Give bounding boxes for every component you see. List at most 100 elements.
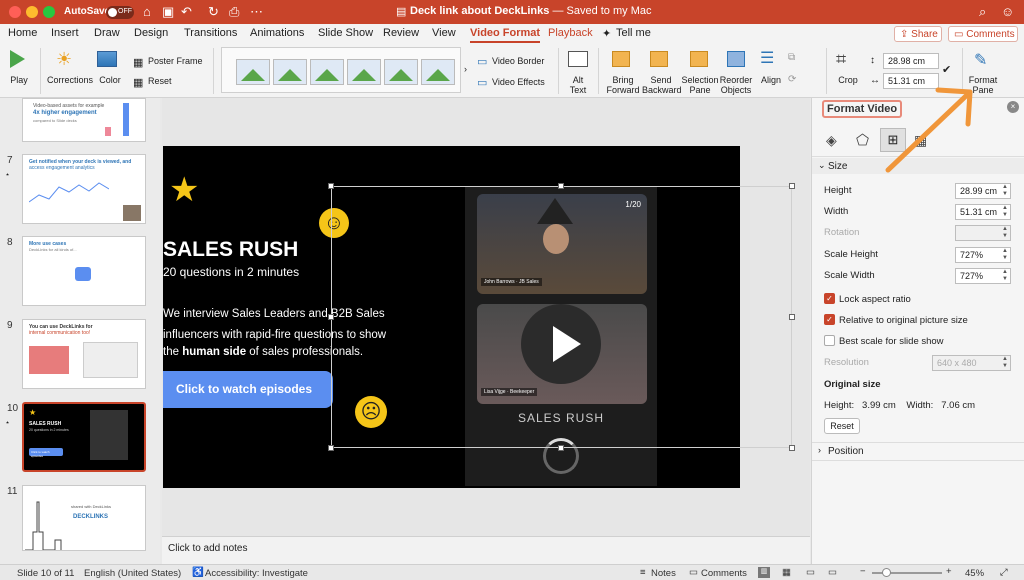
spinner-icon[interactable]: ▲ ▼	[1002, 269, 1008, 283]
play-icon[interactable]	[10, 50, 25, 68]
video-style-thumbnail[interactable]	[347, 59, 381, 85]
position-section-header[interactable]: › Position	[812, 443, 1024, 459]
align-button[interactable]: Align	[757, 75, 785, 85]
maximize-window-button[interactable]	[43, 6, 55, 18]
video-style-thumbnail[interactable]	[236, 59, 270, 85]
reading-view-icon[interactable]: ▭	[806, 567, 815, 578]
share-button[interactable]: ⇪ Share	[894, 26, 942, 42]
alt-text-button[interactable]: Alt Text	[563, 75, 593, 95]
video-border-button[interactable]: Video Border	[492, 56, 544, 66]
slide-title[interactable]: SALES RUSH	[163, 238, 298, 262]
scale-width-input[interactable]: 727% ▲ ▼	[955, 268, 1011, 284]
resize-handle[interactable]	[789, 445, 795, 451]
best-scale-checkbox[interactable]	[824, 335, 835, 346]
zoom-level[interactable]: 45%	[965, 568, 984, 579]
video-style-thumbnail[interactable]	[384, 59, 418, 85]
spinner-icon[interactable]: ▲ ▼	[1002, 248, 1008, 262]
fit-slide-icon[interactable]: ⤢	[1000, 567, 1008, 578]
normal-view-icon[interactable]: ▥	[758, 567, 770, 578]
send-backward-icon[interactable]	[650, 51, 668, 67]
fill-line-icon[interactable]: ◈	[826, 132, 837, 149]
color-button[interactable]: Color	[95, 75, 125, 85]
tab-view[interactable]: View	[432, 27, 456, 39]
slide-subtitle[interactable]: 20 questions in 2 minutes	[163, 265, 299, 279]
resize-handle[interactable]	[789, 183, 795, 189]
tab-design[interactable]: Design	[134, 27, 168, 39]
send-backward-button[interactable]: Send Backward	[642, 75, 682, 95]
slide-thumbnail-7[interactable]: Get notified when your deck is viewed, a…	[22, 154, 146, 224]
slide-thumbnail-9[interactable]: You can use DeckLinks for internal commu…	[22, 319, 146, 389]
slideshow-view-icon[interactable]: ▭	[828, 567, 837, 578]
color-icon[interactable]	[97, 51, 117, 67]
undo-icon[interactable]: ↶	[181, 4, 192, 20]
scale-height-input[interactable]: 727% ▲ ▼	[955, 247, 1011, 263]
tab-slide-show[interactable]: Slide Show	[318, 27, 373, 39]
slide-thumbnail-6[interactable]: Video-based assets for example 4x higher…	[22, 98, 146, 142]
close-pane-icon[interactable]: ×	[1007, 101, 1019, 113]
spinner-icon[interactable]: ▲ ▼	[1002, 226, 1008, 240]
accessibility-status[interactable]: Accessibility: Investigate	[205, 568, 308, 579]
tab-video-format[interactable]: Video Format	[470, 27, 541, 43]
spinner-icon[interactable]: ▲ ▼	[1002, 184, 1008, 198]
resize-handle[interactable]	[328, 314, 334, 320]
relative-size-checkbox[interactable]: ✓	[824, 314, 835, 325]
format-pane-icon[interactable]: ✎	[974, 50, 987, 70]
rotate-icon[interactable]: ⟳	[788, 74, 796, 85]
video-style-thumbnail[interactable]	[310, 59, 344, 85]
pane-reset-button[interactable]: Reset	[824, 418, 860, 434]
tab-draw[interactable]: Draw	[94, 27, 120, 39]
tell-me-search[interactable]: Tell me	[616, 27, 651, 39]
comments-toggle[interactable]: Comments	[701, 568, 747, 579]
tab-playback[interactable]: Playback	[548, 27, 593, 39]
height-input[interactable]: 28.99 cm ▲ ▼	[955, 183, 1011, 199]
notes-area[interactable]: Click to add notes	[162, 536, 810, 564]
resize-handle[interactable]	[328, 183, 334, 189]
selection-pane-icon[interactable]	[690, 51, 708, 67]
corrections-button[interactable]: Corrections	[46, 75, 94, 85]
selection-pane-button[interactable]: Selection Pane	[680, 75, 720, 95]
tab-transitions[interactable]: Transitions	[184, 27, 237, 39]
slide-thumbnail-10-selected[interactable]: ★ SALES RUSH 20 questions in 2 minutes C…	[22, 402, 146, 472]
reorder-objects-icon[interactable]	[727, 51, 745, 67]
account-icon[interactable]: ☺	[1001, 4, 1014, 19]
resize-handle[interactable]	[789, 314, 795, 320]
zoom-slider[interactable]	[872, 568, 942, 577]
zoom-in-icon[interactable]: +	[946, 566, 952, 577]
slide-sorter-icon[interactable]: ▦	[782, 567, 791, 578]
tab-home[interactable]: Home	[8, 27, 37, 39]
tab-insert[interactable]: Insert	[51, 27, 79, 39]
group-icon[interactable]: ⧉	[788, 52, 795, 63]
corrections-icon[interactable]: ☀	[56, 49, 72, 70]
play-button[interactable]: Play	[5, 75, 33, 85]
resize-handle[interactable]	[328, 445, 334, 451]
more-icon[interactable]: ⋯	[250, 4, 263, 20]
lock-ratio-checkbox[interactable]: ✔	[942, 63, 951, 76]
redo-icon[interactable]: ↻	[208, 4, 219, 20]
poster-frame-button[interactable]: Poster Frame	[148, 56, 203, 66]
video-selection-outline[interactable]	[328, 183, 795, 451]
effects-icon[interactable]: ⬠	[856, 131, 869, 149]
reset-button[interactable]: Reset	[148, 76, 172, 86]
video-effects-button[interactable]: Video Effects	[492, 77, 545, 87]
search-icon[interactable]: ⌕	[979, 4, 986, 20]
print-icon[interactable]: ⎙	[229, 4, 239, 20]
slide-thumbnail-8[interactable]: More use cases DeckLinks for all kinds o…	[22, 236, 146, 306]
lock-aspect-checkbox[interactable]: ✓	[824, 293, 835, 304]
close-window-button[interactable]	[9, 6, 21, 18]
tab-review[interactable]: Review	[383, 27, 419, 39]
spinner-icon[interactable]: ▲ ▼	[1002, 205, 1008, 219]
home-icon[interactable]: ⌂	[143, 4, 151, 19]
align-icon[interactable]: ☰	[760, 48, 774, 68]
resize-handle[interactable]	[558, 445, 564, 451]
bring-forward-button[interactable]: Bring Forward	[604, 75, 642, 95]
ribbon-height-field[interactable]: 28.98 cm	[883, 53, 939, 69]
crop-button[interactable]: Crop	[834, 75, 862, 85]
watch-episodes-cta[interactable]: Click to watch episodes	[163, 371, 333, 408]
resize-handle[interactable]	[558, 183, 564, 189]
reorder-objects-button[interactable]: Reorder Objects	[717, 75, 755, 95]
save-icon[interactable]: ▣	[162, 4, 174, 20]
notes-toggle[interactable]: Notes	[651, 568, 676, 579]
alt-text-icon[interactable]	[568, 51, 588, 67]
slide-thumbnail-11[interactable]: shared with DeckLinks DECKLINKS	[22, 485, 146, 551]
resolution-select[interactable]: 640 x 480 ▲ ▼	[932, 355, 1011, 371]
